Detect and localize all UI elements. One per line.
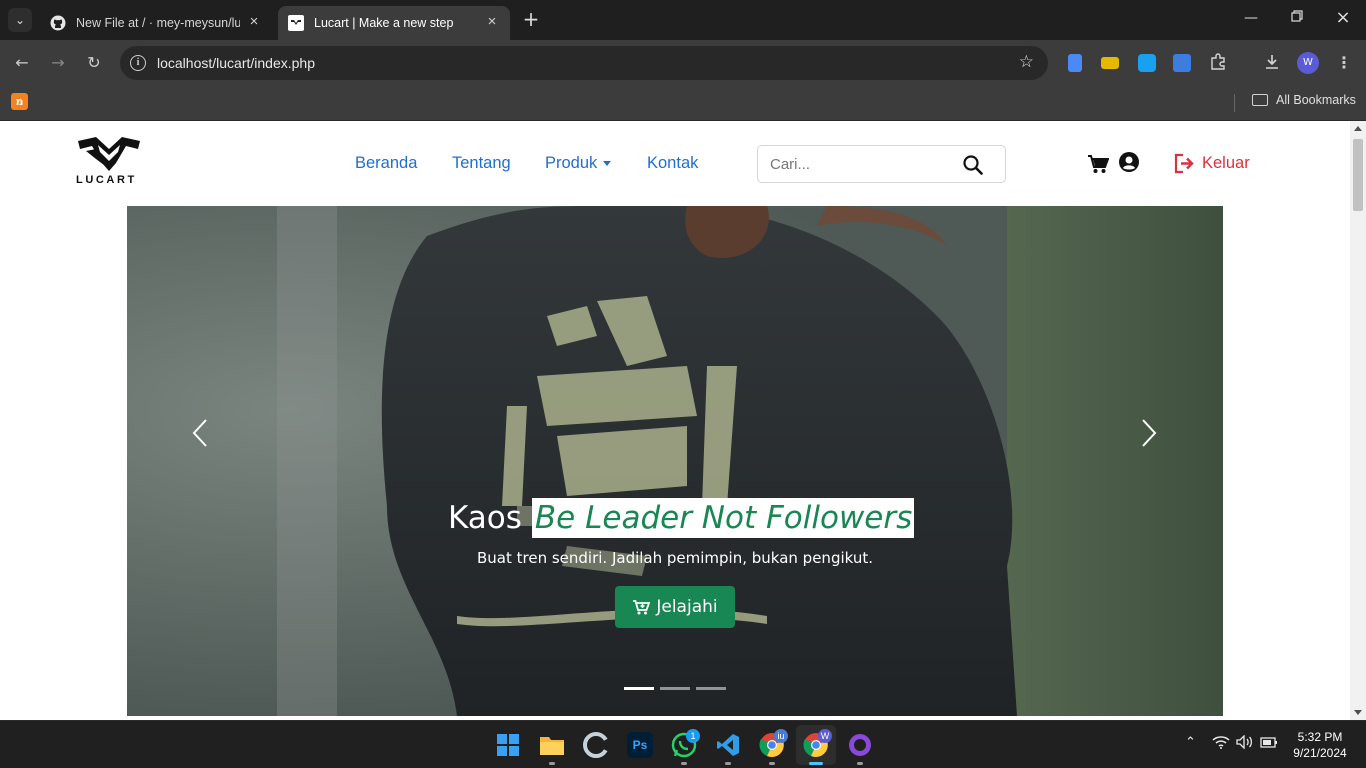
- tab-title: New File at / · mey-meysun/luca: [76, 16, 240, 30]
- all-bookmarks-button[interactable]: All Bookmarks: [1252, 93, 1356, 107]
- lucart-favicon-icon: [288, 15, 304, 31]
- reload-icon[interactable]: ↻: [84, 53, 104, 73]
- url-text[interactable]: localhost/lucart/index.php: [157, 55, 315, 71]
- volume-icon[interactable]: [1236, 734, 1254, 753]
- running-indicator: [769, 762, 775, 765]
- logout-label: Keluar: [1202, 154, 1250, 172]
- windows-taskbar: Ps 1 iu W ⌃ 5:32 PM 9/21/2024: [0, 720, 1366, 768]
- carousel-caption-title: Kaos Be Leader Not Followers: [448, 498, 915, 538]
- restore-icon[interactable]: [1287, 10, 1307, 26]
- jelajahi-label: Jelajahi: [656, 597, 718, 617]
- all-bookmarks-label: All Bookmarks: [1276, 93, 1356, 107]
- extension-screenshot-icon[interactable]: [1138, 54, 1156, 72]
- cart-icon[interactable]: [1087, 154, 1110, 178]
- chrome-active-profile-badge: W: [818, 729, 832, 743]
- battery-icon[interactable]: [1260, 735, 1278, 753]
- logout-icon: [1174, 153, 1194, 174]
- caption-title-highlight: Be Leader Not Followers: [531, 498, 915, 538]
- scroll-up-icon[interactable]: [1354, 126, 1362, 131]
- tab-lucart[interactable]: Lucart | Make a new step ×: [278, 6, 510, 40]
- search-box: [757, 145, 1006, 183]
- close-tab-icon[interactable]: ×: [484, 14, 500, 31]
- profile-avatar[interactable]: W: [1297, 52, 1319, 74]
- download-icon[interactable]: [1262, 53, 1282, 73]
- nav-kontak[interactable]: Kontak: [647, 154, 698, 173]
- search-icon[interactable]: [963, 155, 983, 179]
- browser-tab-bar: ⌄ New File at / · mey-meysun/luca × Luca…: [0, 0, 1366, 40]
- scrollbar-thumb[interactable]: [1353, 139, 1363, 211]
- chrome-profile-badge: iu: [774, 729, 788, 743]
- system-clock[interactable]: 5:32 PM 9/21/2024: [1290, 729, 1350, 761]
- running-indicator: [549, 762, 555, 765]
- chevron-down-icon: [603, 161, 612, 167]
- user-account-icon[interactable]: [1119, 152, 1139, 176]
- close-window-icon[interactable]: ×: [1333, 7, 1353, 28]
- extensions-puzzle-icon[interactable]: [1208, 53, 1228, 73]
- active-indicator: [809, 762, 823, 765]
- clock-time: 5:32 PM: [1297, 730, 1343, 744]
- search-input[interactable]: [770, 154, 950, 174]
- carousel-indicator-3[interactable]: [696, 687, 726, 690]
- carousel-indicator-1[interactable]: [624, 687, 654, 690]
- running-indicator: [857, 762, 863, 765]
- back-icon[interactable]: ←: [12, 53, 32, 73]
- folder-icon: [1252, 94, 1268, 106]
- carousel-prev-button[interactable]: [189, 418, 211, 448]
- lucart-logo[interactable]: LUCART: [74, 135, 146, 187]
- logo-wordmark: LUCART: [76, 174, 137, 186]
- nav-beranda[interactable]: Beranda: [355, 154, 417, 173]
- carousel-next-button[interactable]: [1138, 418, 1160, 448]
- extension-fi-icon[interactable]: [1173, 54, 1191, 72]
- tab-github[interactable]: New File at / · mey-meysun/luca ×: [40, 6, 272, 40]
- menu-icon[interactable]: ⋮: [1334, 53, 1354, 73]
- minimize-icon[interactable]: —: [1241, 10, 1261, 26]
- running-indicator: [725, 762, 731, 765]
- divider: [1234, 94, 1235, 112]
- tab-title: Lucart | Make a new step: [314, 16, 454, 30]
- new-tab-button[interactable]: +: [520, 9, 542, 31]
- github-desktop-icon[interactable]: [847, 732, 873, 758]
- extension-docs-icon[interactable]: [1068, 54, 1082, 72]
- carousel-caption-subtitle: Buat tren sendiri. Jadilah pemimpin, buk…: [476, 549, 874, 567]
- wifi-icon[interactable]: [1212, 735, 1230, 753]
- nav-tentang[interactable]: Tentang: [452, 154, 511, 173]
- clock-date: 9/21/2024: [1293, 746, 1347, 760]
- logout-button[interactable]: Keluar: [1174, 153, 1250, 174]
- running-indicator: [681, 762, 687, 765]
- extension-folder-icon[interactable]: [1101, 57, 1119, 69]
- ccleaner-icon[interactable]: [583, 732, 609, 758]
- chevron-right-icon: [1142, 419, 1157, 447]
- vscode-icon[interactable]: [715, 732, 741, 758]
- page-scrollbar[interactable]: [1350, 121, 1366, 720]
- forward-icon[interactable]: →: [48, 53, 68, 73]
- chevron-left-icon: [192, 419, 207, 447]
- nav-produk[interactable]: Produk: [545, 154, 612, 173]
- tray-chevron-up-icon[interactable]: ⌃: [1185, 735, 1196, 750]
- whatsapp-badge: 1: [686, 729, 700, 743]
- bookmark-star-icon[interactable]: ☆: [1019, 52, 1034, 72]
- web-page: LUCART Beranda Tentang Produk Kontak Kel…: [0, 121, 1350, 720]
- browser-toolbar: ← → ↻ i localhost/lucart/index.php ☆ W ⋮: [0, 40, 1366, 86]
- windows-start-icon[interactable]: [495, 732, 521, 758]
- xampp-bookmark-icon[interactable]: מ: [11, 93, 28, 110]
- hero-photo: [127, 206, 1223, 716]
- cart-plus-icon: [633, 600, 651, 615]
- photoshop-icon[interactable]: Ps: [627, 732, 653, 758]
- address-bar[interactable]: i localhost/lucart/index.php ☆: [120, 46, 1048, 80]
- caption-title-prefix: Kaos: [448, 500, 522, 536]
- file-explorer-icon[interactable]: [539, 732, 565, 758]
- hero-carousel: Kaos Be Leader Not Followers Buat tren s…: [127, 206, 1223, 716]
- tab-search-button[interactable]: ⌄: [8, 8, 32, 32]
- site-info-icon[interactable]: i: [130, 55, 146, 71]
- close-tab-icon[interactable]: ×: [246, 14, 262, 31]
- carousel-indicator-2[interactable]: [660, 687, 690, 690]
- nav-produk-label: Produk: [545, 154, 598, 172]
- jelajahi-button[interactable]: Jelajahi: [615, 586, 735, 628]
- github-icon: [50, 15, 66, 31]
- bookmarks-bar: מ All Bookmarks: [0, 86, 1366, 121]
- lucart-logo-icon: [78, 137, 140, 171]
- scroll-down-icon[interactable]: [1354, 710, 1362, 715]
